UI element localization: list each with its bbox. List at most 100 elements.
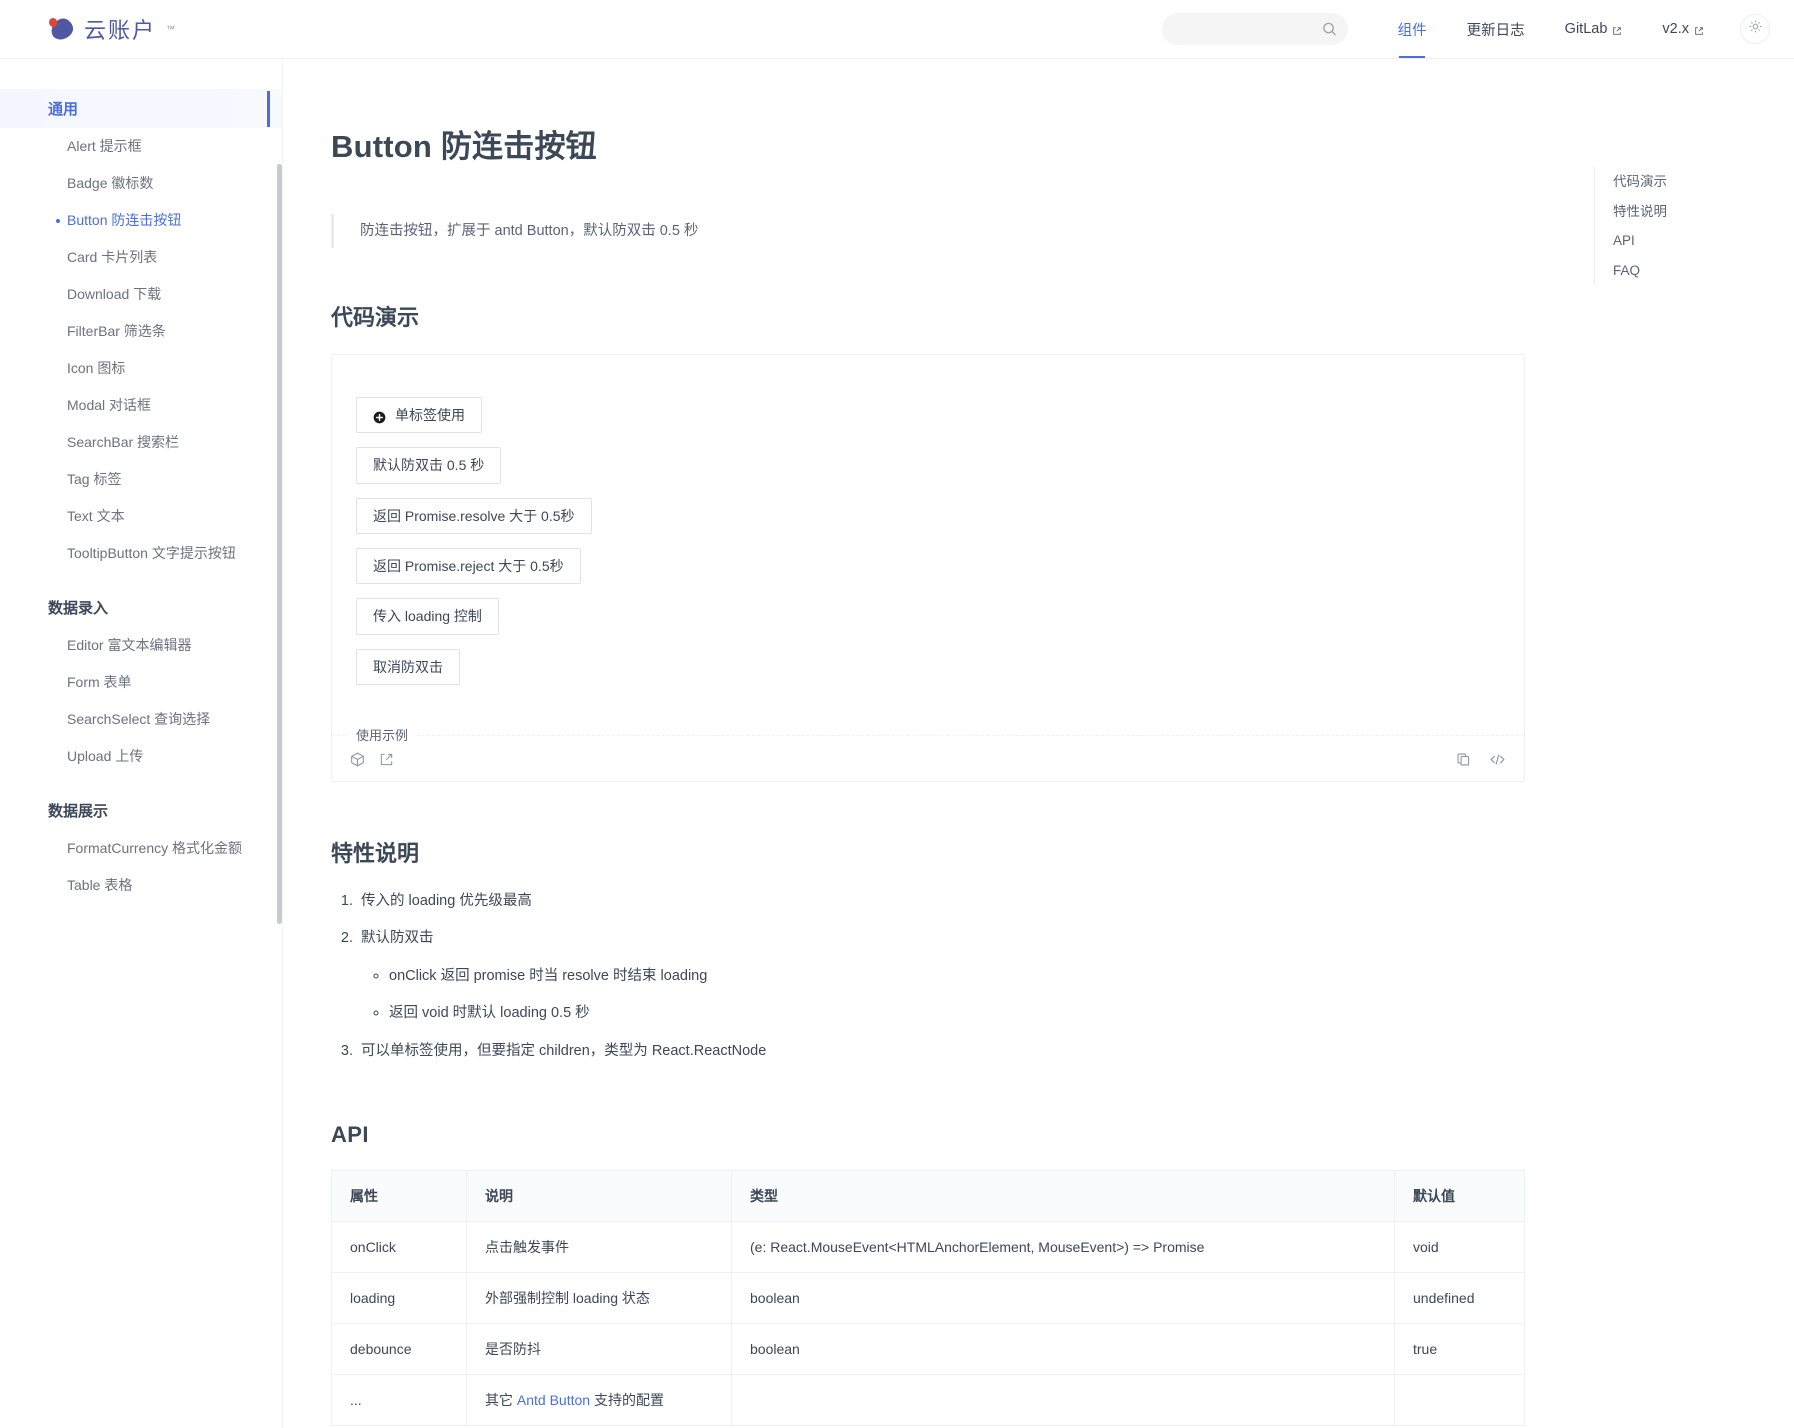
demo-button-promise-resolve[interactable]: 返回 Promise.resolve 大于 0.5秒 [356,497,592,534]
cell-desc-prefix: 其它 [485,1392,517,1409]
brand-trademark: ™ [166,24,176,34]
section-title-features: 特性说明 [331,840,420,866]
sidebar-item-badge[interactable]: Badge 徽标数 [0,165,282,202]
toc-item-faq[interactable]: FAQ [1595,256,1794,286]
antd-button-link[interactable]: Antd Button [517,1392,590,1408]
table-row: ... 其它 Antd Button 支持的配置 [331,1374,1525,1426]
sidebar-item-card[interactable]: Card 卡片列表 [0,239,282,276]
feature-item: 默认防双击 onClick 返回 promise 时当 resolve 时结束 … [357,927,1525,1024]
sidebar-item-editor[interactable]: Editor 富文本编辑器 [0,627,282,664]
cell-default: undefined [1394,1272,1525,1325]
demo-card-footer: 使用示例 [332,724,1524,781]
sidebar-item-text[interactable]: Text 文本 [0,498,282,535]
plus-circle-icon [373,409,386,424]
theme-toggle-button[interactable] [1740,14,1770,44]
feature-text: 默认防双击 [361,930,434,947]
demo-button-label: 传入 loading 控制 [373,608,482,625]
cell-type: (e: React.MouseEvent<HTMLAnchorElement, … [731,1221,1395,1274]
nav-item-label: v2.x [1662,21,1689,37]
external-link-icon [1612,24,1622,35]
feature-list: 传入的 loading 优先级最高 默认防双击 onClick 返回 promi… [331,890,1525,1062]
feature-text: 可以单标签使用，但要指定 children，类型为 React.ReactNod… [361,1042,767,1059]
cell-type [731,1374,1395,1426]
table-header-attr: 属性 [331,1170,467,1223]
sidebar-item-download[interactable]: Download 下载 [0,276,282,313]
sidebar-group-data-display[interactable]: 数据展示 [0,791,282,830]
demo-button-loading-control[interactable]: 传入 loading 控制 [356,598,499,635]
sidebar-item-upload[interactable]: Upload 上传 [0,738,282,775]
sun-icon [1748,19,1763,39]
nav-item-label: 组件 [1397,22,1427,39]
sidebar-item-formatcurrency[interactable]: FormatCurrency 格式化金额 [0,830,282,867]
sidebar-item-tooltipbutton[interactable]: TooltipButton 文字提示按钮 [0,535,282,572]
table-of-contents: 代码演示 特性说明 API FAQ [1594,59,1794,1428]
sidebar-item-table[interactable]: Table 表格 [0,867,282,904]
demo-preview-area: 单标签使用 默认防双击 0.5 秒 返回 Promise.resolve 大于 … [332,355,1524,735]
cell-default: true [1394,1323,1525,1376]
cell-desc: 是否防抖 [466,1323,732,1376]
sidebar-item-alert[interactable]: Alert 提示框 [0,128,282,165]
nav-item-label: GitLab [1564,21,1608,37]
search-box[interactable] [1161,13,1348,45]
copy-icon[interactable] [1456,752,1471,767]
table-header-default: 默认值 [1394,1170,1525,1223]
sidebar-item-searchbar[interactable]: SearchBar 搜索栏 [0,424,282,461]
nav-item-label: 更新日志 [1466,22,1525,39]
demo-button-label: 返回 Promise.reject 大于 0.5秒 [373,557,564,574]
nav-item-components[interactable]: 组件 [1378,0,1447,58]
nav-item-changelog[interactable]: 更新日志 [1447,0,1545,58]
sidebar-scrollbar[interactable] [277,164,282,924]
demo-button-promise-reject[interactable]: 返回 Promise.reject 大于 0.5秒 [356,547,581,585]
sidebar-item-searchselect[interactable]: SearchSelect 查询选择 [0,701,282,738]
demo-button-cancel-debounce[interactable]: 取消防双击 [356,648,460,685]
search-input[interactable] [1161,13,1348,45]
nav-item-gitlab[interactable]: GitLab [1545,0,1643,58]
toc-item-demo[interactable]: 代码演示 [1595,167,1794,197]
cell-attr: onClick [331,1221,467,1274]
nav-item-version[interactable]: v2.x [1642,0,1724,58]
feature-item: 可以单标签使用，但要指定 children，类型为 React.ReactNod… [357,1040,1525,1062]
codesandbox-icon[interactable] [350,752,365,767]
table-header-row: 属性 说明 类型 默认值 [331,1170,1525,1223]
section-title-demo: 代码演示 [331,305,420,331]
cell-type: boolean [731,1272,1395,1325]
feature-sub-item: onClick 返回 promise 时当 resolve 时结束 loadin… [389,965,1525,987]
feature-sub-list: onClick 返回 promise 时当 resolve 时结束 loadin… [361,965,1525,1025]
cell-desc: 点击触发事件 [466,1221,732,1274]
demo-button-single-tag[interactable]: 单标签使用 [356,397,482,434]
external-link-icon [1694,24,1704,35]
sidebar-item-filterbar[interactable]: FilterBar 筛选条 [0,313,282,350]
demo-button-label: 取消防双击 [373,658,443,675]
page-description: 防连击按钮，扩展于 antd Button，默认防双击 0.5 秒 [331,214,1525,249]
search-icon[interactable] [1322,22,1337,37]
sidebar-group-data-entry[interactable]: 数据录入 [0,588,282,627]
main-nav: 组件 更新日志 GitLab v2.x [1378,0,1724,58]
feature-sub-item: 返回 void 时默认 loading 0.5 秒 [389,1002,1525,1024]
table-header-desc: 说明 [466,1170,732,1223]
table-row: debounce 是否防抖 boolean true [331,1323,1525,1376]
sidebar-item-form[interactable]: Form 表单 [0,664,282,701]
main-content: Button 防连击按钮 防连击按钮，扩展于 antd Button，默认防双击… [283,59,1594,1428]
sidebar-group-general[interactable]: 通用 [0,89,282,128]
toc-item-api[interactable]: API [1595,226,1794,256]
table-row: loading 外部强制控制 loading 状态 boolean undefi… [331,1272,1525,1325]
table-row: onClick 点击触发事件 (e: React.MouseEvent<HTML… [331,1221,1525,1274]
sidebar-item-tag[interactable]: Tag 标签 [0,461,282,498]
brand-name: 云账户 [84,18,157,43]
sidebar-item-button[interactable]: Button 防连击按钮 [0,202,282,239]
sidebar-item-modal[interactable]: Modal 对话框 [0,387,282,424]
sidebar-item-icon[interactable]: Icon 图标 [0,350,282,387]
demo-card: 单标签使用 默认防双击 0.5 秒 返回 Promise.resolve 大于 … [331,354,1525,782]
demo-button-default-debounce[interactable]: 默认防双击 0.5 秒 [356,447,502,484]
cell-default [1395,1375,1525,1426]
feature-text: 传入的 loading 优先级最高 [361,892,532,909]
toc-item-features[interactable]: 特性说明 [1595,197,1794,227]
top-header: 云账户 ™ 组件 更新日志 GitLab v2.x [0,0,1794,59]
cell-desc: 其它 Antd Button 支持的配置 [466,1374,732,1426]
cell-attr: debounce [331,1323,467,1376]
code-icon[interactable] [1489,752,1505,767]
demo-button-label: 单标签使用 [395,407,465,424]
brand-logo[interactable]: 云账户 ™ [48,13,175,45]
page-layout: 通用 Alert 提示框 Badge 徽标数 Button 防连击按钮 Card… [0,59,1794,1428]
external-link-icon[interactable] [379,752,394,767]
